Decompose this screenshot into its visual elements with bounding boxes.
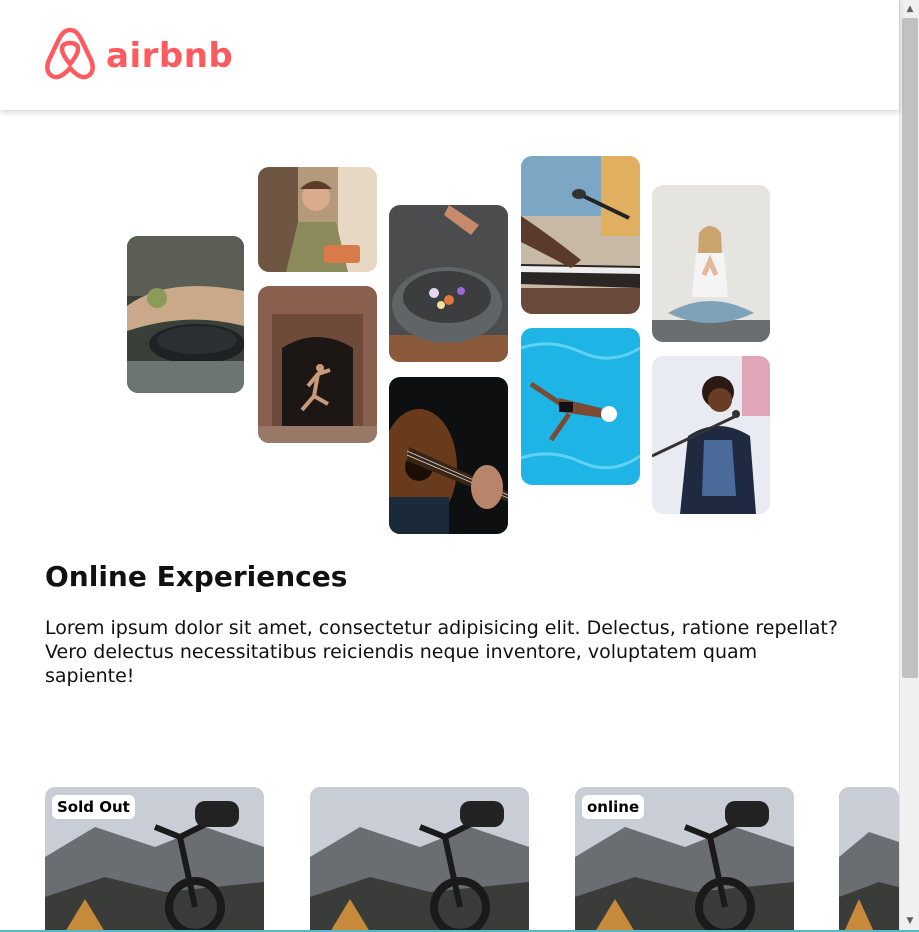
photo-keyboard-mic — [521, 156, 640, 314]
photo-swimmer — [521, 328, 640, 485]
section-description: Lorem ipsum dolor sit amet, consectetur … — [45, 617, 838, 687]
photo-food-bowl — [389, 205, 508, 362]
experience-card[interactable] — [839, 787, 899, 932]
airbnb-logo-icon — [44, 26, 96, 86]
brand-logo[interactable]: airbnb — [44, 26, 233, 86]
status-badge: online — [582, 795, 645, 819]
vertical-scrollbar[interactable]: ▲ ▼ — [899, 0, 919, 932]
photo-singer — [652, 356, 770, 514]
photo-yoga — [652, 185, 770, 342]
photo-guitar — [389, 377, 508, 534]
experience-card[interactable]: Sold Out — [45, 787, 264, 932]
photo-dancer — [258, 286, 377, 443]
photo-cooking — [127, 236, 244, 393]
photo-baker — [258, 167, 377, 272]
navbar: airbnb — [0, 0, 899, 110]
experience-card[interactable]: online — [575, 787, 794, 932]
scroll-thumb[interactable] — [902, 18, 918, 678]
scroll-down-icon[interactable]: ▼ — [900, 912, 919, 930]
brand-name: airbnb — [106, 36, 234, 76]
experience-card[interactable] — [310, 787, 529, 932]
scroll-up-icon[interactable]: ▲ — [900, 0, 919, 18]
status-badge: Sold Out — [52, 795, 135, 819]
section-title: Online Experiences — [45, 560, 348, 593]
